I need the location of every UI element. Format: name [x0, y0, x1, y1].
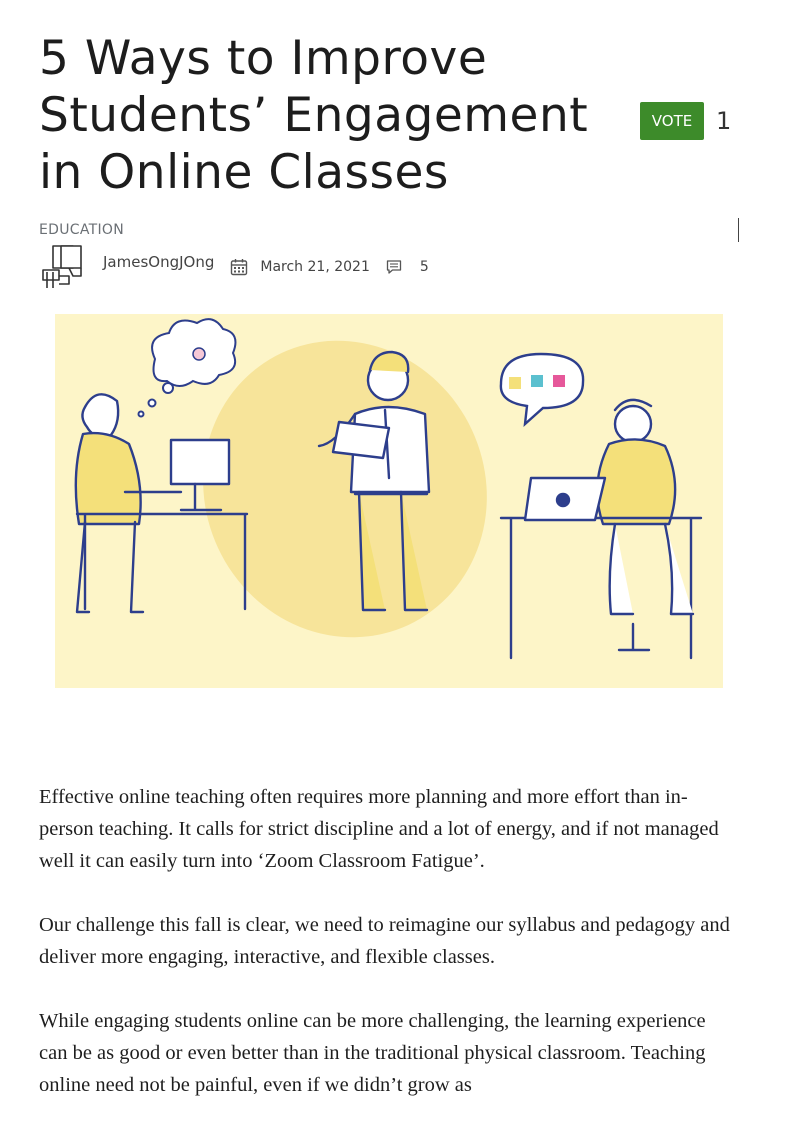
author-link[interactable]: JamesOngJOng — [103, 253, 214, 271]
divider — [738, 218, 739, 242]
online-class-illustration — [55, 314, 723, 688]
body-paragraph: Effective online teaching often requires… — [39, 786, 719, 872]
comment-icon[interactable] — [386, 259, 402, 275]
article-meta: JamesOngJOng March 21, 2021 5 — [39, 242, 429, 292]
vote-count: 1 — [716, 107, 732, 135]
article-body: Effective online teaching often requires… — [39, 781, 739, 1133]
hero-image — [55, 314, 723, 688]
body-paragraph: While engaging students online can be mo… — [39, 1010, 706, 1096]
calendar-icon — [231, 259, 248, 276]
article-title: 5 Ways to Improve Students’ Engagement i… — [39, 31, 589, 200]
body-paragraph: Our challenge this fall is clear, we nee… — [39, 914, 730, 968]
post-date: March 21, 2021 — [260, 259, 370, 275]
vote-button[interactable]: VOTE — [640, 102, 704, 140]
vote-widget: VOTE 1 — [640, 102, 731, 140]
comment-count[interactable]: 5 — [420, 259, 429, 275]
avatar[interactable] — [39, 242, 89, 292]
category-link[interactable]: EDUCATION — [39, 222, 124, 238]
